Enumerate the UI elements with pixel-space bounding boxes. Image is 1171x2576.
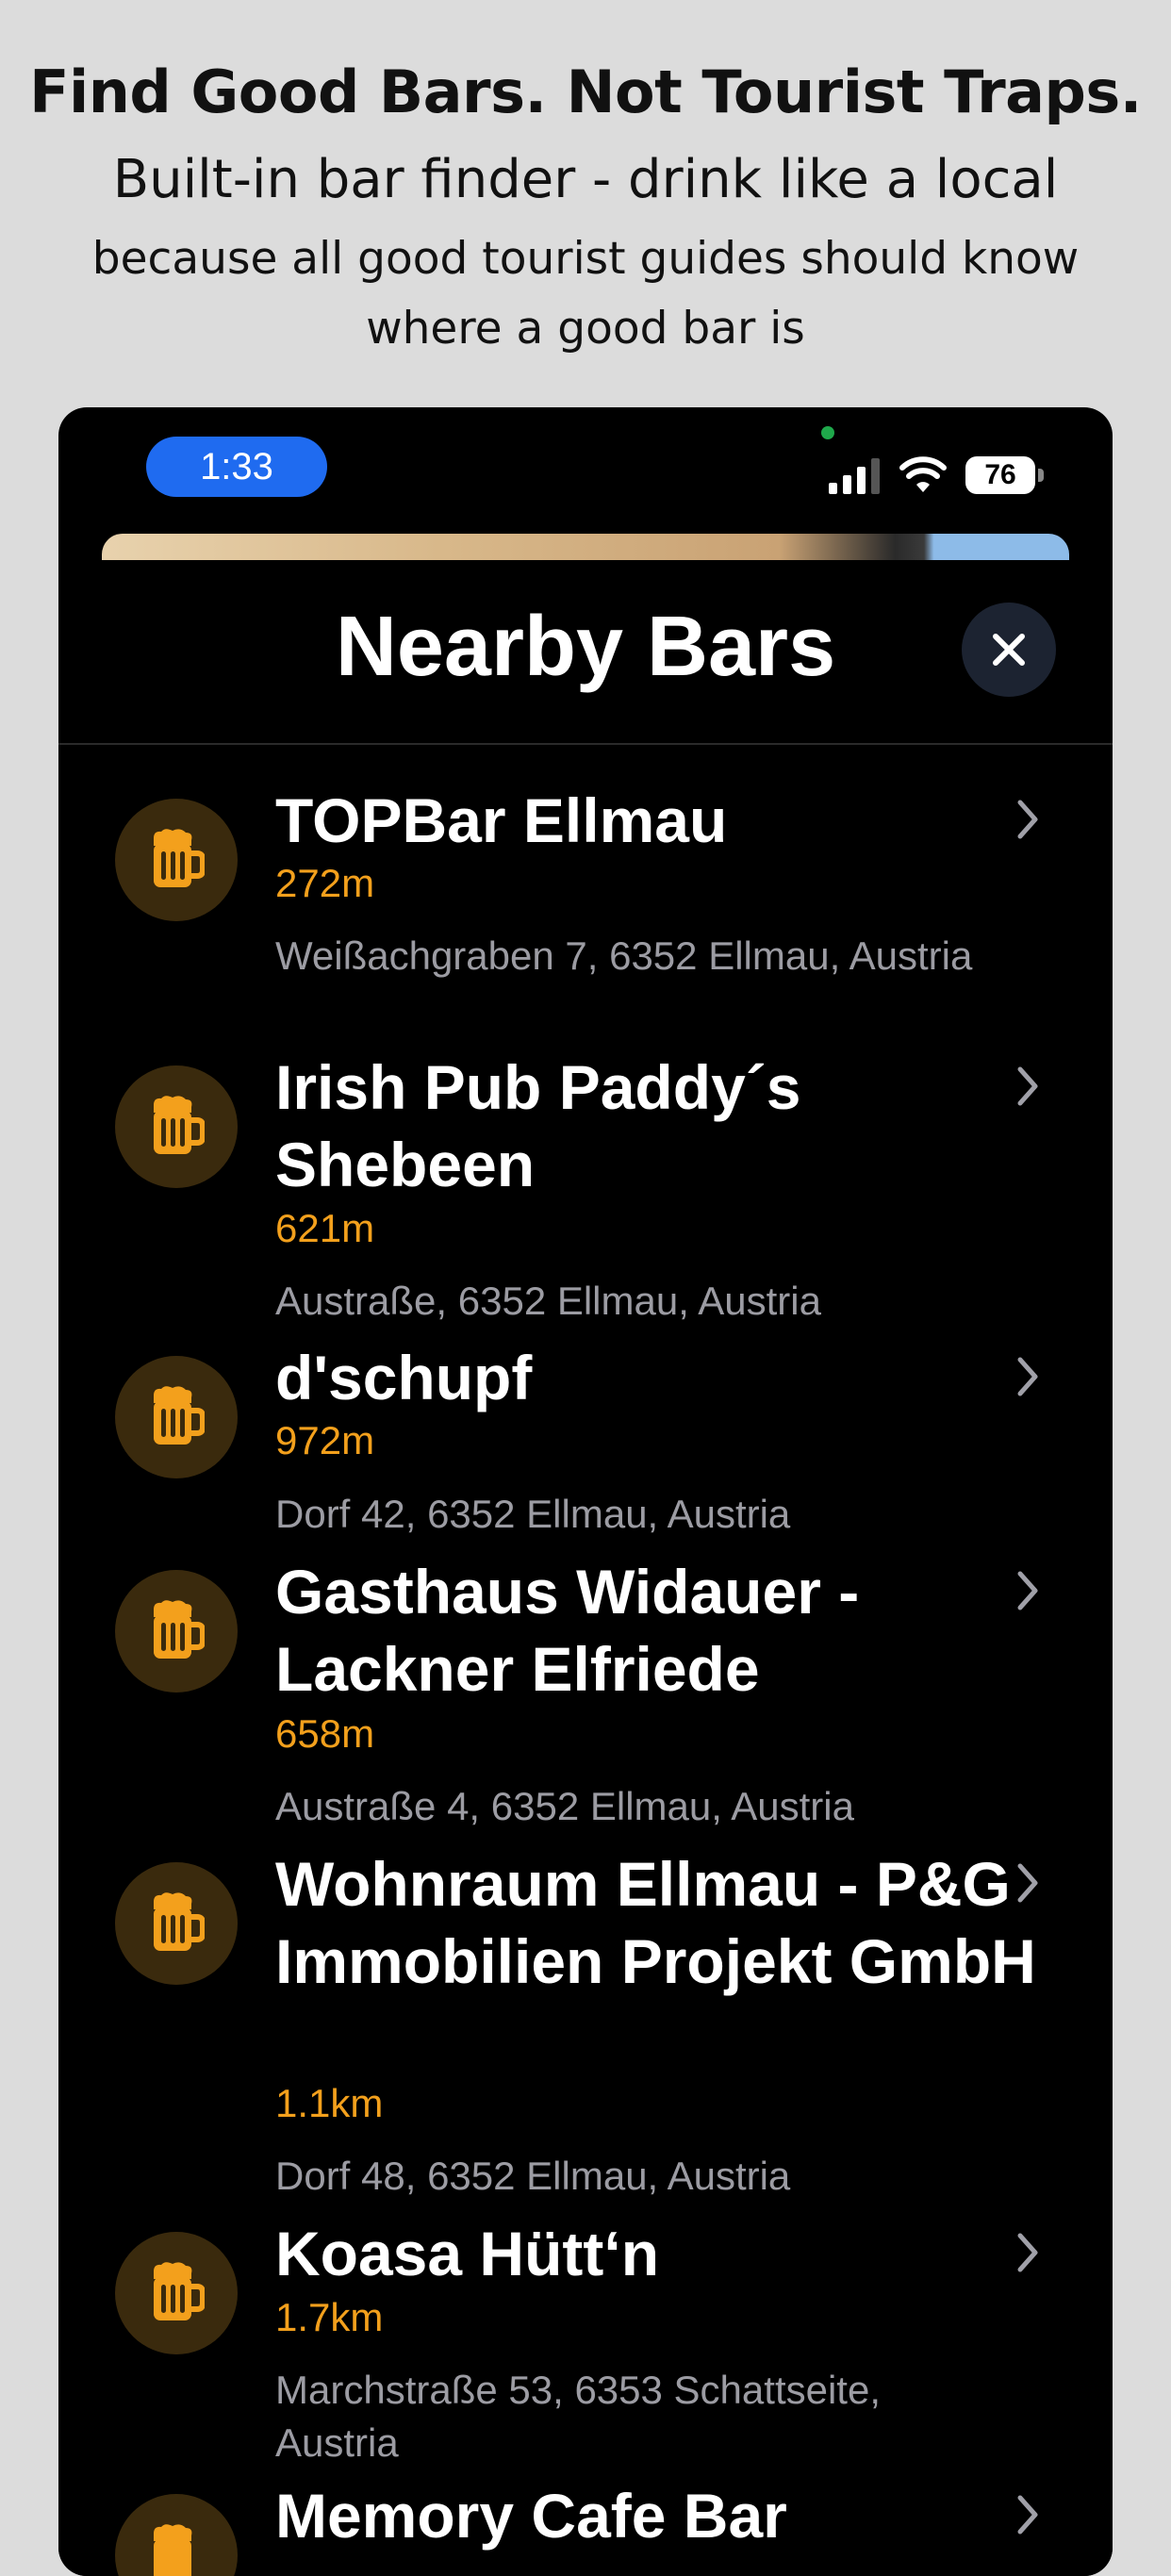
- bar-distance: 272m: [275, 861, 375, 905]
- beer-badge: [115, 1356, 238, 1478]
- beer-badge: [115, 2232, 238, 2354]
- promo-description-line-1: because all good tourist guides should k…: [91, 233, 1080, 285]
- promo-subtitle: Built-in bar finder - drink like a local: [112, 149, 1059, 210]
- bar-name: Koasa Hütt‘n: [275, 2219, 660, 2288]
- bar-address: Austraße, 6352 Ellmau, Austria: [275, 1279, 821, 1323]
- chevron-right-icon: [1017, 1066, 1038, 1106]
- cellular-signal-icon: [829, 458, 880, 494]
- wifi-icon: [899, 456, 947, 492]
- bar-address: Weißachgraben 7, 6352 Ellmau, Austria: [275, 933, 973, 978]
- beer-mug-icon: [154, 2524, 192, 2576]
- bar-distance: 972m: [275, 1418, 375, 1462]
- bar-name: TOPBar Ellmau: [275, 785, 728, 855]
- beer-mug-icon: [154, 829, 205, 887]
- battery-tip: [1038, 469, 1044, 482]
- beer-mug-icon: [154, 1386, 205, 1445]
- close-button[interactable]: [962, 603, 1056, 697]
- camera-indicator-icon: [821, 426, 834, 439]
- bar-address: Marchstraße 53, 6353 Schattseite, Austri…: [275, 2368, 881, 2465]
- bar-distance: 1.1km: [275, 2081, 384, 2125]
- bar-address: Dorf 42, 6352 Ellmau, Austria: [275, 1492, 791, 1536]
- beer-mug-icon: [154, 2262, 205, 2320]
- bar-name: Gasthaus Widauer - Lackner Elfriede: [275, 1557, 860, 1704]
- bar-distance: 621m: [275, 1206, 375, 1250]
- chevron-right-icon: [1017, 2495, 1038, 2535]
- phone-screen: 1:33 76 Nearby Bars TOPBar Ellmau 272m W…: [58, 407, 1113, 2576]
- bar-name: d'schupf: [275, 1343, 533, 1412]
- chevron-right-icon: [1017, 1863, 1038, 1903]
- bar-distance: 1.7km: [275, 2295, 384, 2339]
- sheet-header: Nearby Bars: [58, 560, 1113, 745]
- bar-name: Irish Pub Paddy´s Shebeen: [275, 1052, 801, 1199]
- chevron-right-icon: [1017, 2233, 1038, 2272]
- bar-address: Austraße 4, 6352 Ellmau, Austria: [275, 1784, 854, 1828]
- chevron-right-icon: [1017, 1571, 1038, 1610]
- bar-address: Dorf 48, 6352 Ellmau, Austria: [275, 2154, 791, 2198]
- battery-level: 76: [984, 459, 1016, 490]
- sheet-title: Nearby Bars: [335, 600, 836, 694]
- promo-description: because all good tourist guides should k…: [0, 224, 1171, 364]
- beer-mug-icon: [154, 1892, 205, 1951]
- chevron-right-icon: [1017, 800, 1038, 839]
- beer-badge: [115, 1862, 238, 1985]
- beer-mug-icon: [154, 1096, 205, 1154]
- bar-name: Memory Cafe Bar: [275, 2481, 787, 2551]
- promo-description-line-2: where a good bar is: [366, 303, 805, 355]
- battery-icon: 76: [965, 456, 1045, 494]
- beer-badge: [115, 2494, 238, 2576]
- chevron-right-icon: [1017, 1357, 1038, 1396]
- beer-badge: [115, 799, 238, 921]
- close-icon: [993, 634, 1025, 666]
- bar-distance: 658m: [275, 1711, 375, 1756]
- status-time[interactable]: 1:33: [146, 437, 327, 497]
- nearby-bars-sheet: Nearby Bars TOPBar Ellmau 272m Weißachgr…: [58, 560, 1113, 2576]
- promo-title: Find Good Bars. Not Tourist Traps.: [29, 58, 1142, 126]
- beer-badge: [115, 1570, 238, 1693]
- beer-mug-icon: [154, 1600, 205, 1659]
- beer-badge: [115, 1065, 238, 1188]
- bar-name: Wohnraum Ellmau - P&G Immobilien Projekt…: [275, 1849, 1036, 1996]
